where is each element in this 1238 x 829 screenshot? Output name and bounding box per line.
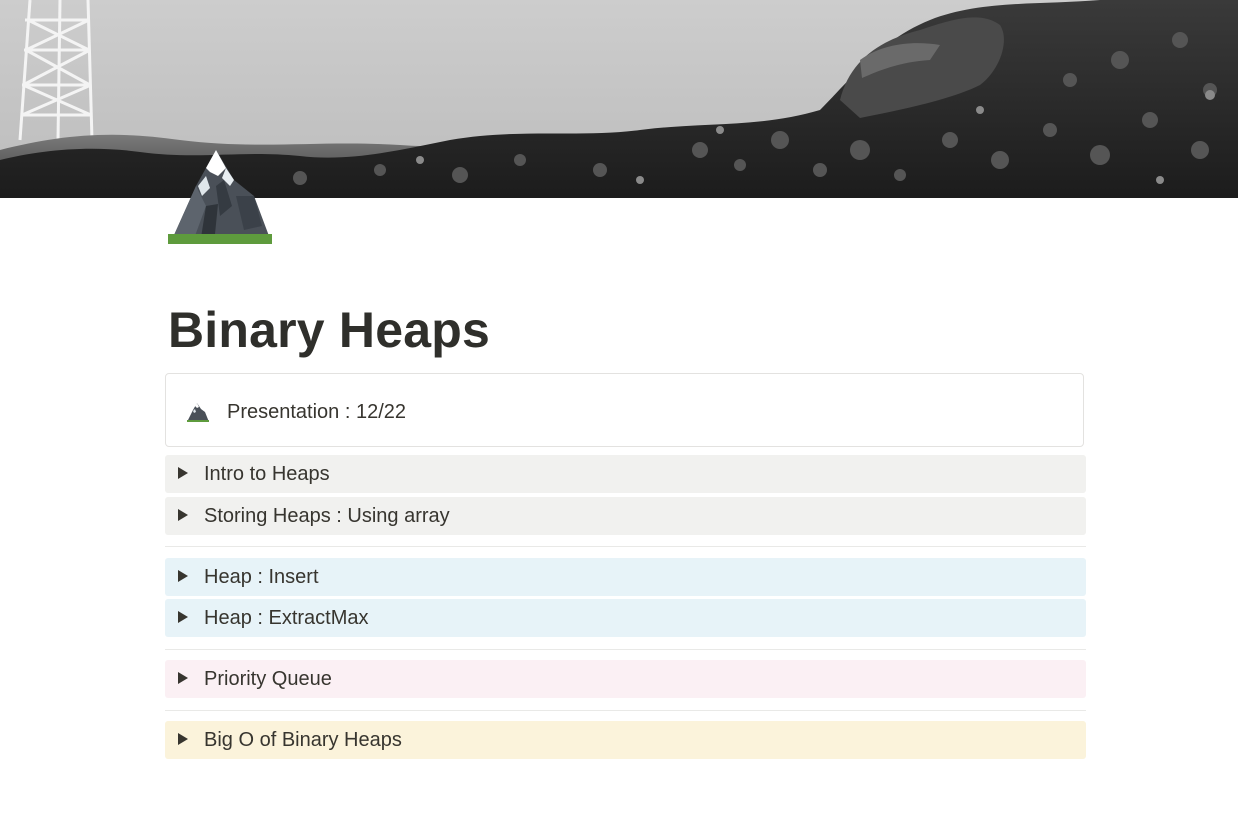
callout-block[interactable]: Presentation : 12/22 bbox=[165, 373, 1084, 447]
toggle-label: Heap : ExtractMax bbox=[204, 607, 369, 629]
callout-text: Presentation : 12/22 bbox=[227, 401, 407, 423]
toggle-storing-heaps[interactable]: Storing Heaps : Using array bbox=[165, 497, 1086, 535]
mountain-icon bbox=[186, 401, 210, 423]
triangle-right-icon[interactable] bbox=[177, 466, 189, 480]
triangle-right-icon[interactable] bbox=[177, 610, 189, 624]
triangle-right-icon[interactable] bbox=[177, 508, 189, 522]
toggle-heap-extractmax[interactable]: Heap : ExtractMax bbox=[165, 599, 1086, 637]
triangle-right-icon[interactable] bbox=[177, 569, 189, 583]
divider bbox=[165, 710, 1086, 711]
page-title[interactable]: Binary Heaps bbox=[168, 296, 490, 364]
triangle-right-icon[interactable] bbox=[177, 671, 189, 685]
toggle-label: Big O of Binary Heaps bbox=[204, 729, 402, 751]
toggle-priority-queue[interactable]: Priority Queue bbox=[165, 660, 1086, 698]
divider bbox=[165, 649, 1086, 650]
mountain-icon[interactable] bbox=[166, 146, 274, 246]
divider bbox=[165, 546, 1086, 547]
toggle-big-o[interactable]: Big O of Binary Heaps bbox=[165, 721, 1086, 759]
triangle-right-icon[interactable] bbox=[177, 732, 189, 746]
toggle-label: Priority Queue bbox=[204, 668, 332, 690]
toggle-label: Intro to Heaps bbox=[204, 463, 330, 485]
toggle-heap-insert[interactable]: Heap : Insert bbox=[165, 558, 1086, 596]
toggle-label: Storing Heaps : Using array bbox=[204, 505, 450, 527]
toggle-intro-to-heaps[interactable]: Intro to Heaps bbox=[165, 455, 1086, 493]
toggle-label: Heap : Insert bbox=[204, 566, 319, 588]
